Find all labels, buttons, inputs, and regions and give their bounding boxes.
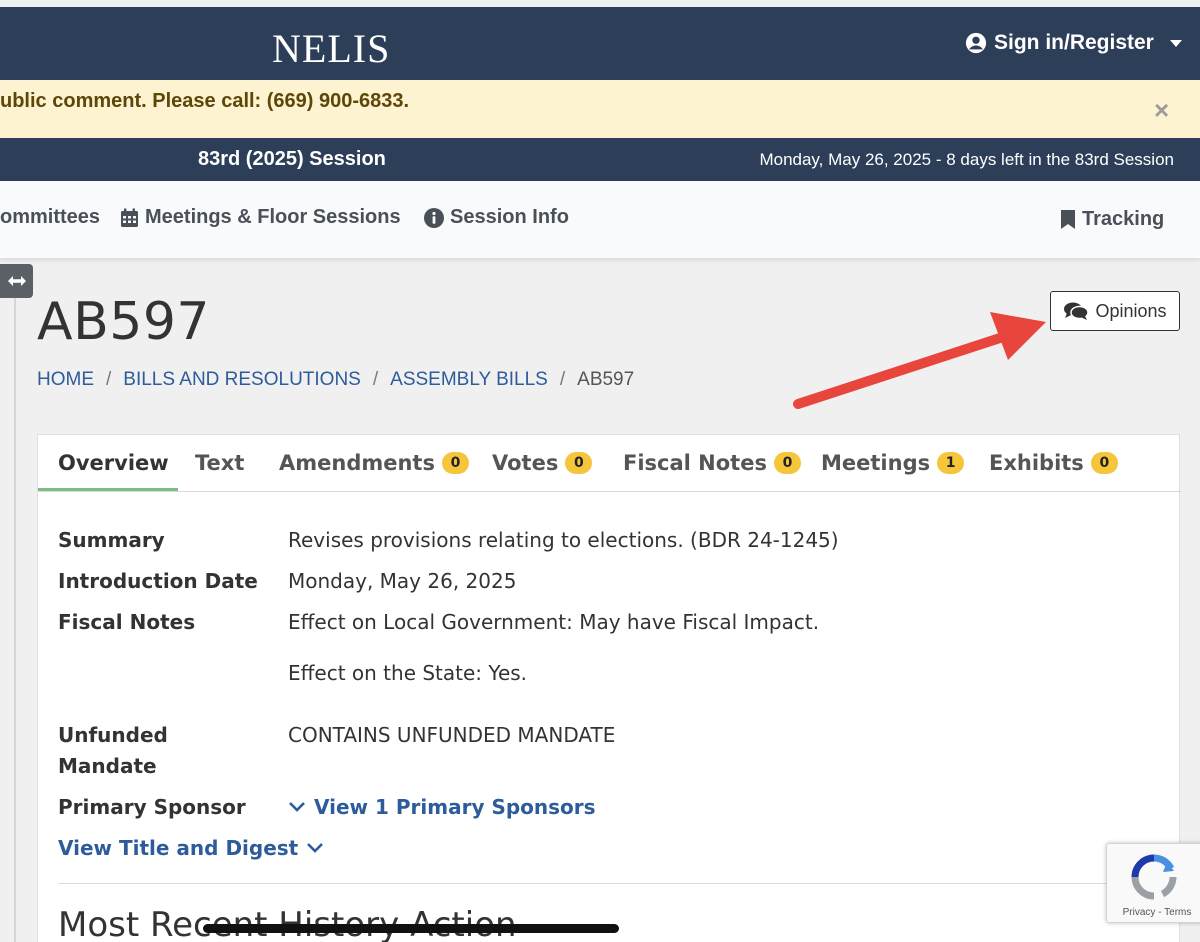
nav-meetings[interactable]: Meetings & Floor Sessions (120, 206, 401, 229)
introduction-date-label: Introduction Date (58, 569, 258, 593)
breadcrumb-bills-resolutions[interactable]: BILLS AND RESOLUTIONS (123, 369, 361, 391)
opinions-label: Opinions (1095, 300, 1167, 321)
breadcrumb: HOME / BILLS AND RESOLUTIONS / ASSEMBLY … (37, 369, 634, 391)
count-badge: 1 (937, 452, 965, 474)
breadcrumb-assembly-bills[interactable]: ASSEMBLY BILLS (390, 369, 548, 391)
fiscal-state-value: Effect on the State: Yes. (288, 661, 528, 685)
chevron-down-icon (289, 802, 305, 812)
comments-icon (1064, 302, 1090, 320)
introduction-date-value: Monday, May 26, 2025 (288, 569, 517, 593)
tab-text[interactable]: Text (195, 451, 244, 475)
expand-horizontal-icon (7, 276, 26, 286)
bookmark-icon (1061, 210, 1075, 229)
view-primary-sponsors-link[interactable]: View 1 Primary Sponsors (288, 795, 596, 819)
user-circle-icon (965, 32, 987, 54)
tab-label: Exhibits (989, 451, 1084, 475)
top-header: NELIS Sign in/Register (0, 7, 1200, 80)
bill-tabs: Overview Text Amendments 0 Votes 0 Fisca… (38, 435, 1181, 492)
nav-meetings-label: Meetings & Floor Sessions (145, 206, 401, 228)
session-name: 83rd (2025) Session (198, 148, 386, 170)
recaptcha-footer[interactable]: Privacy - Terms (1107, 907, 1200, 918)
alert-banner: ublic comment. Please call: (669) 900-68… (0, 80, 1200, 138)
calendar-icon (121, 208, 138, 227)
view-title-digest-label: View Title and Digest (58, 836, 299, 860)
nav-session-info[interactable]: Session Info (424, 206, 569, 229)
tab-label: Fiscal Notes (623, 451, 767, 475)
breadcrumb-home[interactable]: HOME (37, 369, 94, 391)
main-nav: ommittees Meetings & Floor Sessions Sess… (0, 181, 1200, 259)
opinions-button[interactable]: Opinions (1050, 291, 1180, 331)
site-logo[interactable]: NELIS (272, 25, 390, 72)
unfunded-mandate-label-line1: Unfunded (58, 723, 168, 747)
signin-label: Sign in/Register (994, 31, 1154, 54)
unfunded-mandate-value: CONTAINS UNFUNDED MANDATE (288, 723, 616, 747)
breadcrumb-current: AB597 (577, 369, 635, 390)
session-date: Monday, May 26, 2025 - 8 days left in th… (759, 150, 1174, 169)
nav-committees-label: ommittees (0, 206, 101, 228)
session-bar: 83rd (2025) Session Monday, May 26, 2025… (0, 138, 1200, 181)
view-primary-sponsors-label: View 1 Primary Sponsors (314, 795, 596, 819)
view-title-digest-link[interactable]: View Title and Digest (58, 836, 324, 860)
primary-sponsor-label: Primary Sponsor (58, 795, 246, 819)
tab-fiscal-notes[interactable]: Fiscal Notes 0 (623, 451, 801, 475)
count-badge: 0 (565, 452, 593, 474)
sidebar-edge (14, 298, 16, 942)
nav-tracking[interactable]: Tracking (1060, 208, 1164, 231)
breadcrumb-separator: / (372, 369, 379, 390)
summary-label: Summary (58, 528, 165, 552)
tab-label: Meetings (821, 451, 931, 475)
count-badge: 0 (773, 452, 801, 474)
tab-label: Overview (58, 451, 169, 475)
breadcrumb-separator: / (559, 369, 566, 390)
nav-session-info-label: Session Info (450, 206, 569, 228)
count-badge: 0 (441, 452, 469, 474)
tab-amendments[interactable]: Amendments 0 (279, 451, 469, 475)
chevron-down-icon (307, 843, 324, 853)
bill-detail-card: Overview Text Amendments 0 Votes 0 Fisca… (37, 434, 1181, 942)
tab-label: Text (195, 451, 245, 475)
recaptcha-logo-icon (1131, 854, 1177, 900)
breadcrumb-separator: / (106, 369, 112, 390)
tab-exhibits[interactable]: Exhibits 0 (989, 451, 1118, 475)
close-icon[interactable]: × (1154, 97, 1169, 123)
nav-tracking-label: Tracking (1082, 208, 1165, 230)
signin-register-menu[interactable]: Sign in/Register (965, 31, 1182, 55)
tab-meetings[interactable]: Meetings 1 (821, 451, 965, 475)
info-circle-icon (424, 207, 444, 228)
page-title: AB597 (37, 292, 210, 352)
active-tab-indicator (38, 488, 178, 491)
sidebar-toggle-button[interactable] (0, 264, 33, 298)
count-badge: 0 (1090, 452, 1118, 474)
tab-overview[interactable]: Overview (58, 451, 169, 475)
fiscal-notes-label: Fiscal Notes (58, 610, 196, 634)
section-divider (58, 883, 1142, 884)
recaptcha-badge[interactable]: Privacy - Terms (1106, 843, 1200, 923)
nav-committees[interactable]: ommittees (0, 206, 100, 229)
home-indicator (203, 924, 619, 933)
summary-value: Revises provisions relating to elections… (288, 528, 839, 552)
tab-votes[interactable]: Votes 0 (492, 451, 593, 475)
unfunded-mandate-label-line2: Mandate (58, 754, 157, 778)
tab-label: Votes (492, 451, 559, 475)
tab-label: Amendments (279, 451, 435, 475)
fiscal-local-value: Effect on Local Government: May have Fis… (288, 610, 820, 634)
chevron-down-icon (1169, 39, 1182, 47)
alert-text: ublic comment. Please call: (669) 900-68… (0, 90, 410, 112)
